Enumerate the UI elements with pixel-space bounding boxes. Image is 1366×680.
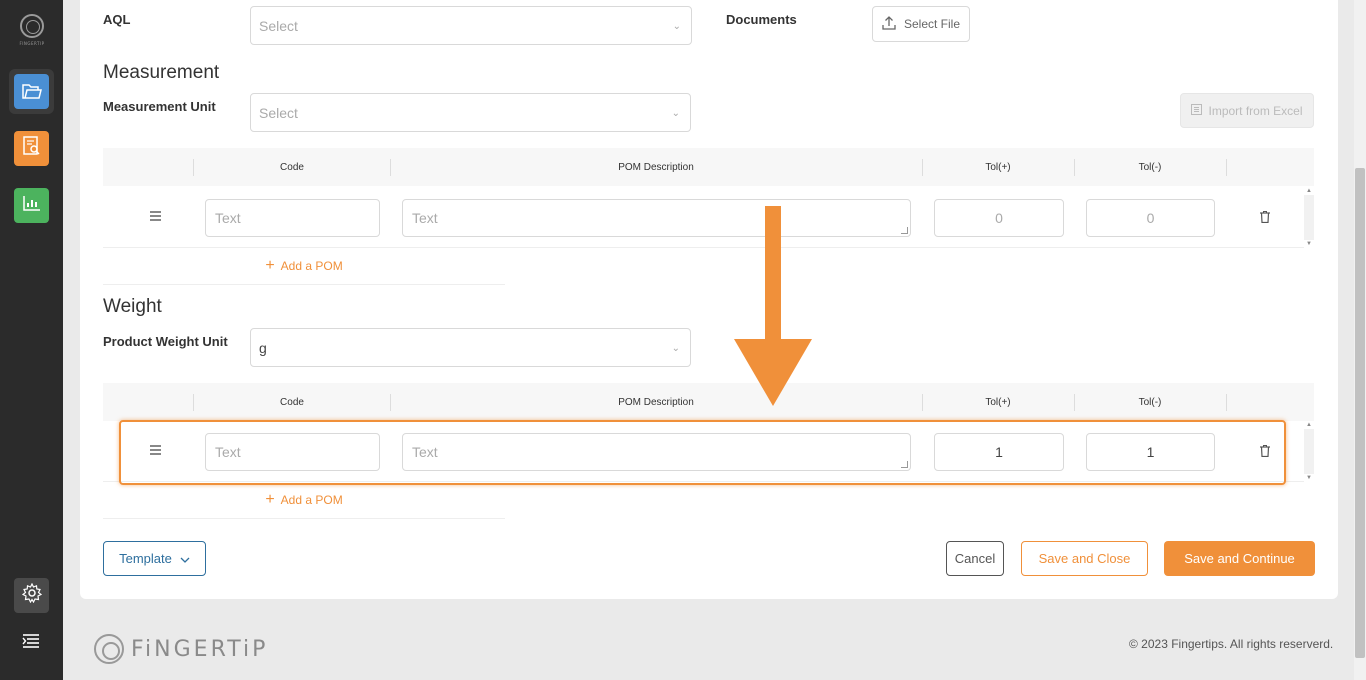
weight-table-header: Code POM Description Tol(+) Tol(-)	[103, 383, 1314, 421]
aql-select[interactable]: Select ⌄	[250, 6, 692, 45]
bar-chart-icon	[22, 195, 41, 216]
column-header-code: Code	[280, 161, 304, 173]
measurement-heading: Measurement	[103, 62, 220, 83]
save-and-close-button[interactable]: Save and Close	[1021, 541, 1148, 576]
template-dropdown-button[interactable]: Template	[103, 541, 206, 576]
measurement-code-input[interactable]: Text	[205, 199, 380, 237]
highlight-annotation	[119, 420, 1286, 485]
sidebar-item-folder[interactable]	[9, 69, 54, 114]
fingerprint-icon	[94, 634, 124, 664]
column-header-pom-description: POM Description	[618, 161, 694, 173]
code-placeholder: Text	[215, 210, 241, 226]
drag-handle-icon[interactable]	[150, 211, 161, 221]
chevron-down-icon: ⌄	[671, 108, 680, 119]
arrow-down-annotation-icon	[734, 206, 812, 406]
save-and-continue-button[interactable]: Save and Continue	[1164, 541, 1315, 576]
add-pom-label: Add a POM	[280, 493, 343, 507]
column-header-tol-minus: Tol(-)	[1138, 396, 1162, 408]
product-weight-unit-label: Product Weight Unit	[103, 334, 228, 349]
product-weight-unit-select[interactable]: g ⌄	[250, 328, 691, 367]
select-file-button[interactable]: Select File	[872, 6, 970, 42]
sidebar-item-reports[interactable]	[14, 131, 49, 166]
column-header-tol-minus: Tol(-)	[1138, 161, 1162, 173]
measurement-table-row: Text Text 0 0	[103, 187, 1304, 248]
measurement-description-input[interactable]: Text	[402, 199, 911, 237]
tol-minus-value: 0	[1146, 210, 1155, 226]
settings-button[interactable]	[14, 578, 49, 613]
plus-icon: +	[265, 257, 275, 274]
plus-icon: +	[265, 491, 275, 508]
resize-handle-icon[interactable]	[901, 227, 908, 234]
template-label: Template	[119, 551, 172, 566]
footer-brand: FiNGERTiP	[131, 636, 269, 662]
measurement-unit-placeholder: Select	[259, 105, 298, 121]
column-header-pom-description: POM Description	[618, 396, 694, 408]
select-file-label: Select File	[903, 17, 961, 31]
column-header-code: Code	[280, 396, 304, 408]
weight-table-scrollbar[interactable]: ▲ ▼	[1304, 421, 1314, 482]
column-header-tol-plus: Tol(+)	[985, 161, 1011, 173]
form-card: AQL Select ⌄ Documents Select File Measu…	[80, 0, 1338, 599]
measurement-table-header: Code POM Description Tol(+) Tol(-)	[103, 148, 1314, 186]
measurement-tol-minus-input[interactable]: 0	[1086, 199, 1215, 237]
footer-logo: FiNGERTiP	[94, 634, 268, 664]
trash-icon[interactable]	[1260, 210, 1270, 224]
measurement-table-scrollbar[interactable]: ▲ ▼	[1304, 187, 1314, 248]
import-from-excel-label: Import from Excel	[1208, 103, 1303, 118]
tol-plus-value: 0	[995, 210, 1003, 226]
excel-icon	[1191, 103, 1203, 118]
copyright-text: © 2023 Fingertips. All rights reserverd.	[1129, 637, 1334, 651]
page-scrollbar-thumb[interactable]	[1355, 168, 1365, 658]
fingerprint-icon	[20, 14, 44, 38]
aql-label: AQL	[103, 12, 131, 27]
product-weight-unit-value: g	[259, 340, 267, 356]
import-from-excel-button[interactable]: Import from Excel	[1180, 93, 1314, 128]
sidebar: FINGERTIP	[0, 0, 63, 680]
weight-heading: Weight	[103, 296, 162, 317]
chevron-down-icon: ⌄	[672, 21, 681, 32]
upload-icon	[882, 15, 896, 33]
chevron-down-icon: ⌄	[671, 343, 680, 354]
report-search-icon	[22, 136, 41, 161]
page-scrollbar[interactable]	[1354, 0, 1366, 680]
measurement-add-pom-button[interactable]: + Add a POM	[103, 248, 505, 285]
chevron-down-icon	[180, 551, 190, 566]
sidebar-logo-text: FINGERTIP	[19, 41, 45, 46]
sidebar-item-analytics[interactable]	[14, 188, 49, 223]
sidebar-logo: FINGERTIP	[17, 14, 47, 46]
column-header-tol-plus: Tol(+)	[985, 396, 1011, 408]
folder-icon	[14, 74, 49, 109]
cancel-button[interactable]: Cancel	[946, 541, 1004, 576]
measurement-tol-plus-input[interactable]: 0	[934, 199, 1064, 237]
aql-select-placeholder: Select	[259, 18, 298, 34]
weight-add-pom-button[interactable]: + Add a POM	[103, 482, 505, 519]
description-placeholder: Text	[412, 210, 438, 226]
menu-icon[interactable]	[22, 633, 42, 651]
documents-label: Documents	[726, 12, 797, 27]
measurement-unit-select[interactable]: Select ⌄	[250, 93, 691, 132]
measurement-unit-label: Measurement Unit	[103, 99, 216, 114]
gear-icon	[21, 582, 42, 608]
add-pom-label: Add a POM	[280, 259, 343, 273]
